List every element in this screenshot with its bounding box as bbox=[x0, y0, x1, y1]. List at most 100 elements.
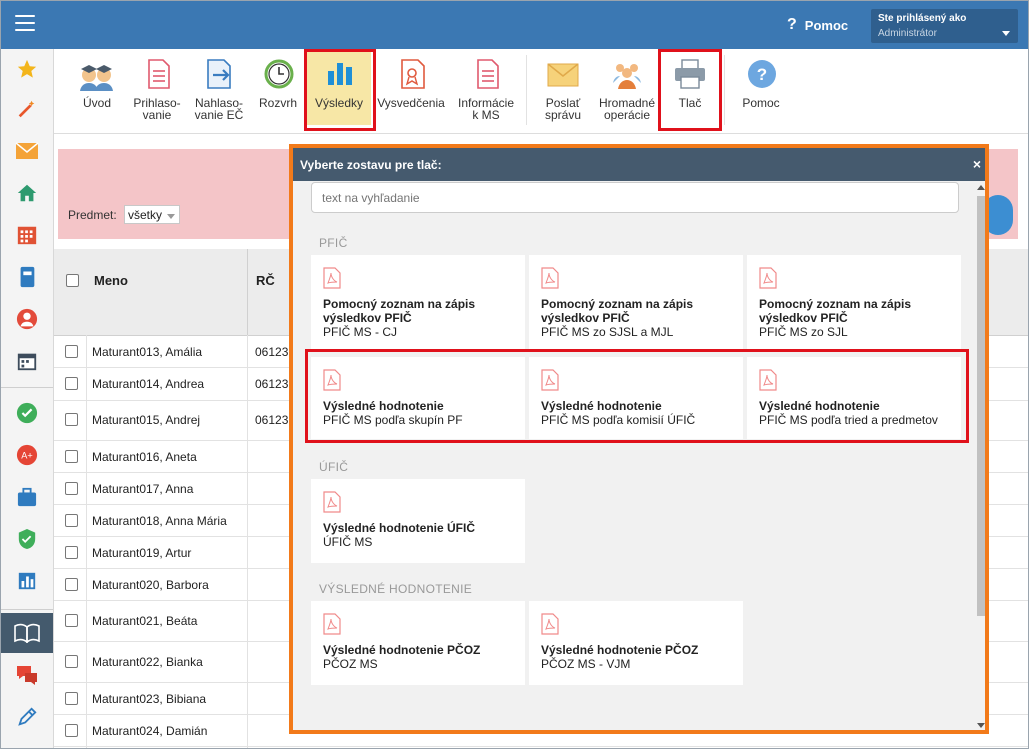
row-checkbox[interactable] bbox=[65, 345, 78, 358]
calendar-grid-icon[interactable] bbox=[14, 223, 40, 247]
form-icon bbox=[141, 59, 173, 91]
student-name: Maturant015, Andrej bbox=[92, 413, 201, 427]
user-dropdown[interactable]: Ste prihlásený ako Administrátor bbox=[871, 9, 1018, 43]
open-book-icon[interactable] bbox=[14, 621, 40, 645]
pdf-icon bbox=[541, 613, 559, 635]
report-subtitle: PFIČ MS zo SJSL a MJL bbox=[541, 325, 674, 339]
row-checkbox[interactable] bbox=[65, 482, 78, 495]
report-subtitle: PFIČ MS zo SJL bbox=[759, 325, 848, 339]
graduates-icon bbox=[80, 59, 113, 91]
grade-badge-icon[interactable]: A+ bbox=[14, 443, 40, 467]
select-all-checkbox[interactable] bbox=[66, 274, 79, 287]
check-circle-icon[interactable] bbox=[14, 401, 40, 425]
highlight-vysledne-hodnotenie bbox=[305, 349, 969, 443]
student-name: Maturant014, Andrea bbox=[92, 377, 205, 391]
user-role: Administrátor bbox=[878, 28, 937, 39]
row-checkbox[interactable] bbox=[65, 614, 78, 627]
favorites-star-icon[interactable] bbox=[14, 57, 40, 81]
toolbar-label: Prihlaso- vanie bbox=[133, 96, 181, 122]
report-card[interactable]: Výsledné hodnotenie ÚFIČ ÚFIČ MS bbox=[311, 479, 525, 563]
toolbar-nahlasovanie-button[interactable]: Nahlaso- vanie EČ bbox=[190, 53, 248, 125]
report-card[interactable]: Výsledné hodnotenie PČOZ PČOZ MS bbox=[311, 601, 525, 685]
certificate-icon bbox=[395, 59, 427, 91]
user-profile-icon[interactable] bbox=[14, 307, 40, 331]
pencil-icon[interactable] bbox=[14, 705, 40, 729]
student-name: Maturant017, Anna bbox=[92, 482, 194, 496]
row-checkbox[interactable] bbox=[65, 692, 78, 705]
chat-bubbles-icon[interactable] bbox=[14, 663, 40, 687]
main-toolbar: Úvod Prihlaso- vanie Nahlaso- vanie EČ R… bbox=[54, 49, 1028, 134]
home-icon[interactable] bbox=[14, 181, 40, 205]
toolbar-rozvrh-button[interactable]: Rozvrh bbox=[250, 53, 306, 125]
report-search-input[interactable] bbox=[311, 182, 959, 213]
mail-icon[interactable] bbox=[14, 139, 40, 163]
report-subtitle: PČOZ MS - VJM bbox=[541, 657, 631, 671]
toolbar-pomoc-button[interactable]: ? Pomoc bbox=[732, 53, 790, 125]
sidebar-divider bbox=[1, 387, 53, 388]
toolbar-uvod-button[interactable]: Úvod bbox=[68, 53, 126, 125]
app-window: ? Pomoc Ste prihlásený ako Administrátor bbox=[0, 0, 1029, 749]
row-checkbox[interactable] bbox=[65, 377, 78, 390]
column-rc-header[interactable]: RČ bbox=[256, 273, 275, 288]
scroll-up-icon[interactable] bbox=[977, 185, 985, 190]
modal-title: Vyberte zostavu pre tlač: bbox=[300, 158, 442, 172]
student-name: Maturant022, Bianka bbox=[92, 655, 203, 669]
modal-scrollbar[interactable] bbox=[977, 182, 985, 730]
notebook-icon[interactable] bbox=[14, 265, 40, 289]
toolbar-poslat-spravu-button[interactable]: Poslať správu bbox=[532, 53, 594, 125]
schedule-calendar-icon[interactable] bbox=[14, 349, 40, 373]
row-checkbox[interactable] bbox=[65, 655, 78, 668]
report-card[interactable]: Pomocný zoznam na zápis výsledkov PFIČ P… bbox=[529, 255, 743, 349]
clock-icon bbox=[262, 59, 294, 91]
student-rc: 06123 bbox=[255, 413, 289, 427]
chevron-down-icon bbox=[1002, 31, 1010, 36]
shield-check-icon[interactable] bbox=[14, 527, 40, 551]
section-title: ÚFIČ bbox=[319, 460, 349, 474]
row-checkbox[interactable] bbox=[65, 546, 78, 559]
report-card[interactable]: Pomocný zoznam na zápis výsledkov PFIČ P… bbox=[747, 255, 961, 349]
pdf-icon bbox=[323, 267, 341, 289]
row-checkbox[interactable] bbox=[65, 450, 78, 463]
subject-label: Predmet: bbox=[68, 208, 117, 222]
briefcase-icon[interactable] bbox=[14, 485, 40, 509]
toolbar-vysvedcenia-button[interactable]: Vysvedčenia bbox=[376, 53, 446, 125]
close-icon[interactable]: × bbox=[973, 156, 981, 172]
scroll-thumb[interactable] bbox=[977, 196, 985, 616]
highlight-vysledky bbox=[304, 49, 376, 131]
row-checkbox[interactable] bbox=[65, 724, 78, 737]
report-card[interactable]: Výsledné hodnotenie PČOZ PČOZ MS - VJM bbox=[529, 601, 743, 685]
sidebar-divider bbox=[1, 609, 53, 610]
row-checkbox[interactable] bbox=[65, 514, 78, 527]
magic-wand-icon[interactable] bbox=[14, 97, 40, 121]
bar-chart-icon[interactable] bbox=[14, 569, 40, 593]
student-name: Maturant020, Barbora bbox=[92, 578, 209, 592]
pdf-icon bbox=[759, 267, 777, 289]
toolbar-hromadne-operacie-button[interactable]: Hromadné operácie bbox=[596, 53, 658, 125]
toolbar-label: Pomoc bbox=[742, 96, 780, 110]
row-checkbox[interactable] bbox=[65, 578, 78, 591]
report-card[interactable]: Pomocný zoznam na zápis výsledkov PFIČ P… bbox=[311, 255, 525, 349]
student-name: Maturant024, Damián bbox=[92, 724, 208, 738]
question-icon: ? bbox=[787, 16, 797, 33]
top-header: ? Pomoc Ste prihlásený ako Administrátor bbox=[1, 1, 1028, 49]
toolbar-divider bbox=[724, 55, 725, 125]
student-name: Maturant019, Artur bbox=[92, 546, 192, 560]
student-name: Maturant013, Amália bbox=[92, 345, 203, 359]
report-title: Výsledné hodnotenie PČOZ bbox=[541, 643, 699, 657]
help-link[interactable]: ? Pomoc bbox=[787, 16, 848, 34]
scroll-down-icon[interactable] bbox=[977, 723, 985, 728]
toolbar-informacie-button[interactable]: Informácie k MS bbox=[453, 53, 519, 125]
column-name-header[interactable]: Meno bbox=[94, 273, 128, 288]
report-title: Pomocný zoznam na zápis výsledkov PFIČ bbox=[759, 297, 912, 325]
section-title: VÝSLEDNÉ HODNOTENIE bbox=[319, 582, 473, 596]
student-rc: 06123 bbox=[255, 345, 289, 359]
toolbar-label: Nahlaso- vanie EČ bbox=[194, 96, 244, 122]
toolbar-prihlasovanie-button[interactable]: Prihlaso- vanie bbox=[128, 53, 186, 125]
modal-header: Vyberte zostavu pre tlač: × bbox=[293, 148, 985, 181]
subject-select[interactable]: všetky bbox=[124, 205, 180, 224]
help-label: Pomoc bbox=[804, 17, 849, 33]
row-checkbox[interactable] bbox=[65, 413, 78, 426]
highlight-tlac bbox=[658, 49, 722, 131]
menu-icon[interactable] bbox=[15, 15, 35, 33]
student-name: Maturant016, Aneta bbox=[92, 450, 197, 464]
